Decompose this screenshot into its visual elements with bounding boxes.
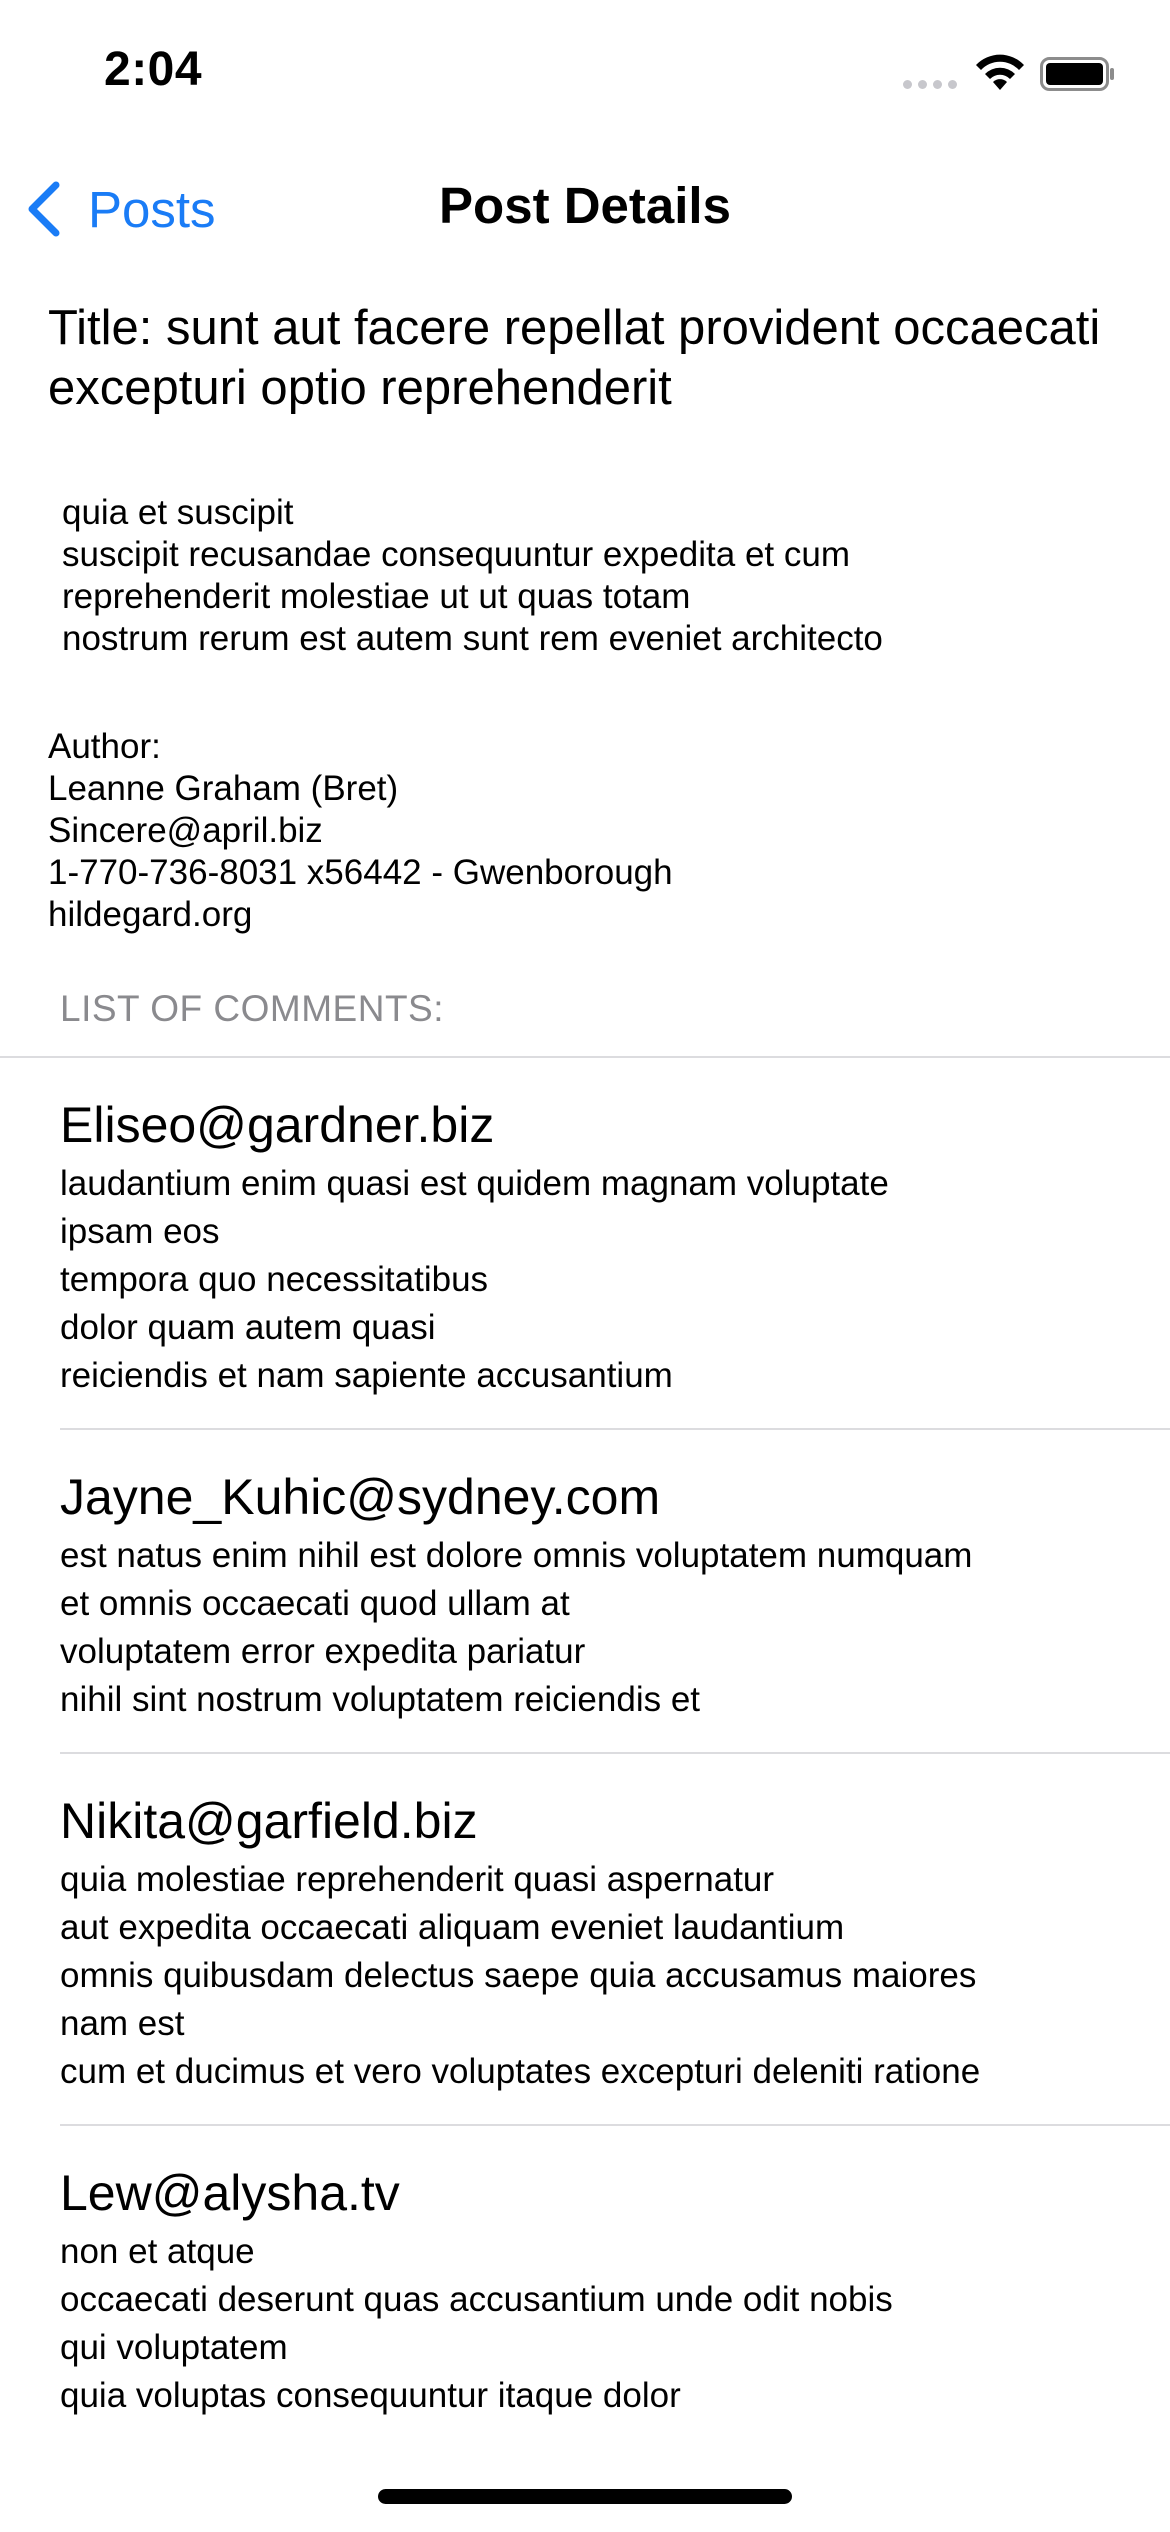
comment-row[interactable]: Lew@alysha.tv non et atque occaecati des… — [0, 2126, 1170, 2430]
status-time: 2:04 — [104, 43, 203, 96]
author-name: Leanne Graham (Bret) — [48, 769, 399, 808]
comment-body: laudantium enim quasi est quidem magnam … — [60, 1164, 889, 1395]
post-title: Title: sunt aut facere repellat providen… — [48, 301, 1101, 415]
home-indicator[interactable] — [378, 2489, 792, 2504]
comment-email: Jayne_Kuhic@sydney.com — [60, 1469, 661, 1525]
comment-row[interactable]: Nikita@garfield.biz quia molestiae repre… — [0, 1754, 1170, 2126]
wifi-icon — [976, 54, 1024, 90]
comment-email: Lew@alysha.tv — [60, 2165, 400, 2221]
comment-row[interactable]: Eliseo@gardner.biz laudantium enim quasi… — [0, 1058, 1170, 1430]
author-phone-city: 1-770-736-8031 x56442 - Gwenborough — [48, 853, 673, 892]
comments-list[interactable]: Eliseo@gardner.biz laudantium enim quasi… — [0, 1058, 1170, 2430]
author-website: hildegard.org — [48, 895, 253, 934]
screen: 2:04 Posts Post Details Title: sunt aut … — [0, 0, 1170, 2532]
comment-row[interactable]: Jayne_Kuhic@sydney.com est natus enim ni… — [0, 1430, 1170, 1754]
author-label: Author: — [48, 727, 161, 766]
comment-email: Nikita@garfield.biz — [60, 1793, 478, 1849]
comment-email: Eliseo@gardner.biz — [60, 1097, 495, 1153]
post-body: quia et suscipit suscipit recusandae con… — [62, 493, 883, 658]
comments-section-header: LIST OF COMMENTS: — [60, 988, 445, 1029]
status-bar: 2:04 — [0, 0, 1170, 150]
navigation-bar: Posts Post Details — [0, 150, 1170, 270]
author-email: Sincere@april.biz — [48, 811, 323, 850]
comment-body: non et atque occaecati deserunt quas acc… — [60, 2232, 893, 2415]
author-info: Author: Leanne Graham (Bret) Sincere@apr… — [48, 726, 1128, 936]
battery-icon — [1040, 57, 1114, 91]
page-title: Post Details — [439, 177, 731, 234]
comment-body: quia molestiae reprehenderit quasi asper… — [60, 1860, 981, 2091]
cellular-signal-icon — [903, 80, 957, 89]
comment-body: est natus enim nihil est dolore omnis vo… — [60, 1536, 973, 1719]
